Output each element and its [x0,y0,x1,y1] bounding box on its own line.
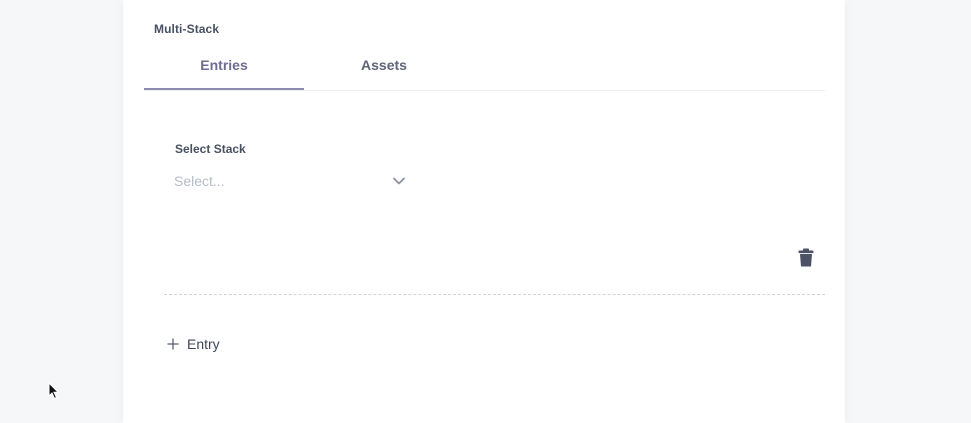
select-stack-placeholder: Select... [174,173,225,189]
page-background: Multi-Stack Entries Assets Select Stack … [0,0,971,423]
multi-stack-panel: Multi-Stack Entries Assets Select Stack … [123,0,845,423]
add-entry-label: Entry [187,336,220,352]
select-stack-dropdown[interactable]: Select... [173,168,413,194]
tab-bar: Entries Assets [144,50,825,91]
tab-entries[interactable]: Entries [144,50,304,90]
mouse-pointer-icon [48,381,60,400]
trash-icon[interactable] [797,248,815,267]
section-title: Multi-Stack [154,22,220,36]
dashed-divider [164,294,825,295]
plus-icon [167,336,179,353]
select-stack-label: Select Stack [175,142,246,156]
add-entry-button[interactable]: Entry [167,334,220,354]
chevron-down-icon[interactable] [391,173,407,189]
tab-assets[interactable]: Assets [304,50,464,88]
